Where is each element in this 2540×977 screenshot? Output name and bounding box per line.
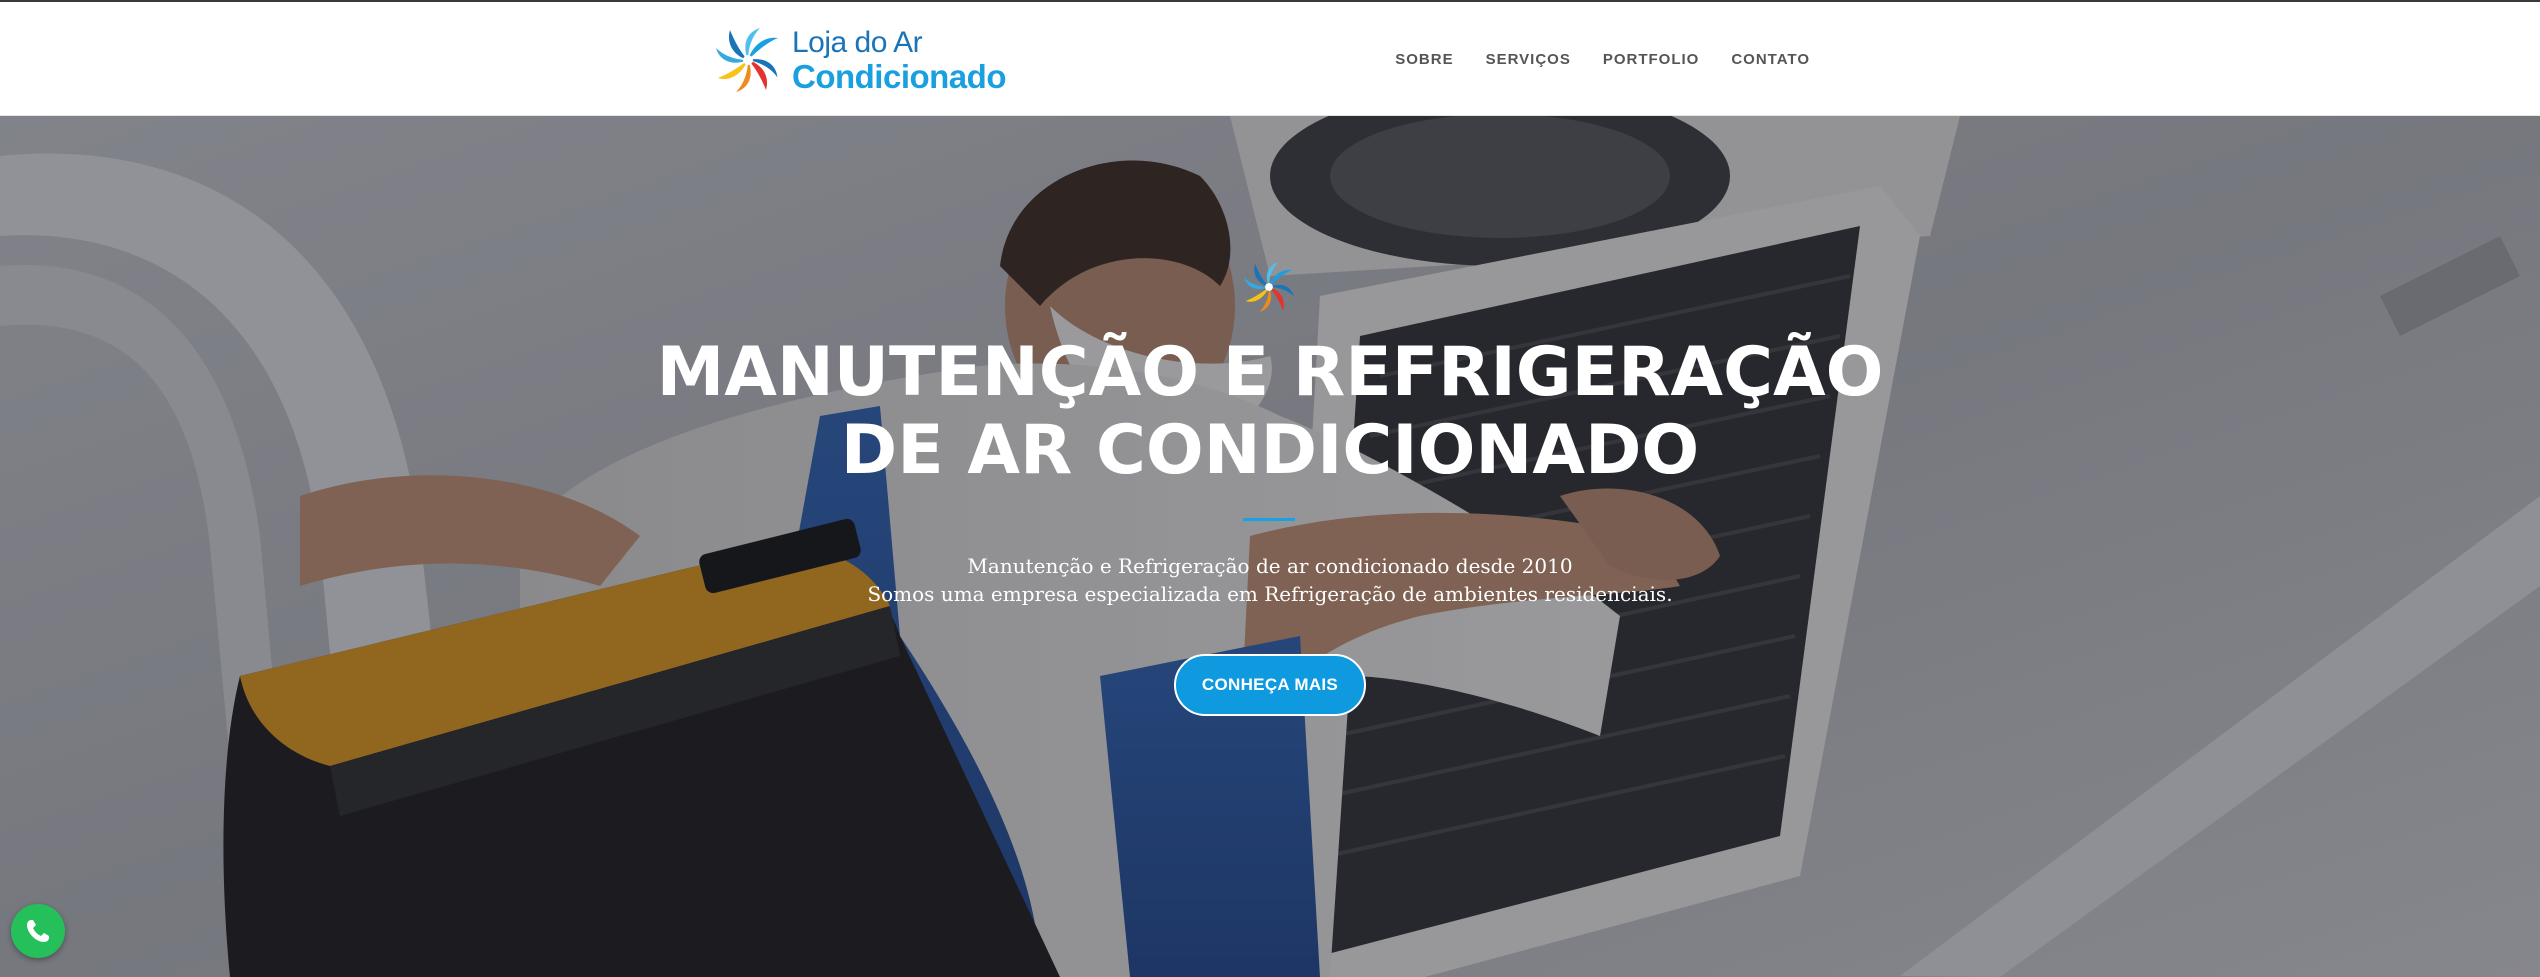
hero-subtitle-line2: Somos uma empresa especializada em Refri…	[867, 582, 1673, 606]
swirl-logo-icon	[1244, 262, 1294, 312]
hero-divider	[1243, 518, 1295, 521]
whatsapp-icon	[27, 920, 49, 942]
hero-title-line2: DE AR CONDICIONADO	[840, 411, 1700, 490]
nav-sobre[interactable]: SOBRE	[1395, 51, 1453, 68]
hero-section: MANUTENÇÃO E REFRIGERAÇÃO DE AR CONDICIO…	[0, 116, 2540, 977]
site-logo[interactable]: Loja do Ar Condicionado	[712, 24, 1006, 96]
hero-content: MANUTENÇÃO E REFRIGERAÇÃO DE AR CONDICIO…	[0, 116, 2540, 977]
hero-title: MANUTENÇÃO E REFRIGERAÇÃO DE AR CONDICIO…	[520, 334, 2020, 490]
hero-subtitle-line1: Manutenção e Refrigeração de ar condicio…	[967, 554, 1573, 578]
logo-line2: Condicionado	[792, 57, 1006, 95]
nav-servicos[interactable]: SERVIÇOS	[1486, 51, 1571, 68]
swirl-logo-icon	[716, 28, 778, 92]
hero-subtitle: Manutenção e Refrigeração de ar condicio…	[520, 552, 2020, 608]
nav-portfolio[interactable]: PORTFOLIO	[1603, 51, 1700, 68]
hero-title-line1: MANUTENÇÃO E REFRIGERAÇÃO	[656, 333, 1884, 412]
whatsapp-button[interactable]	[11, 904, 65, 958]
main-nav: SOBRE SERVIÇOS PORTFOLIO CONTATO	[1363, 2, 1810, 116]
site-header: Loja do Ar Condicionado SOBRE SERVIÇOS P…	[0, 0, 2540, 116]
nav-contato[interactable]: CONTATO	[1731, 51, 1810, 68]
logo-line1: Loja do Ar	[792, 25, 923, 59]
conheca-mais-button[interactable]: CONHEÇA MAIS	[1174, 654, 1366, 716]
logo-text: Loja do Ar Condicionado	[792, 25, 1006, 95]
